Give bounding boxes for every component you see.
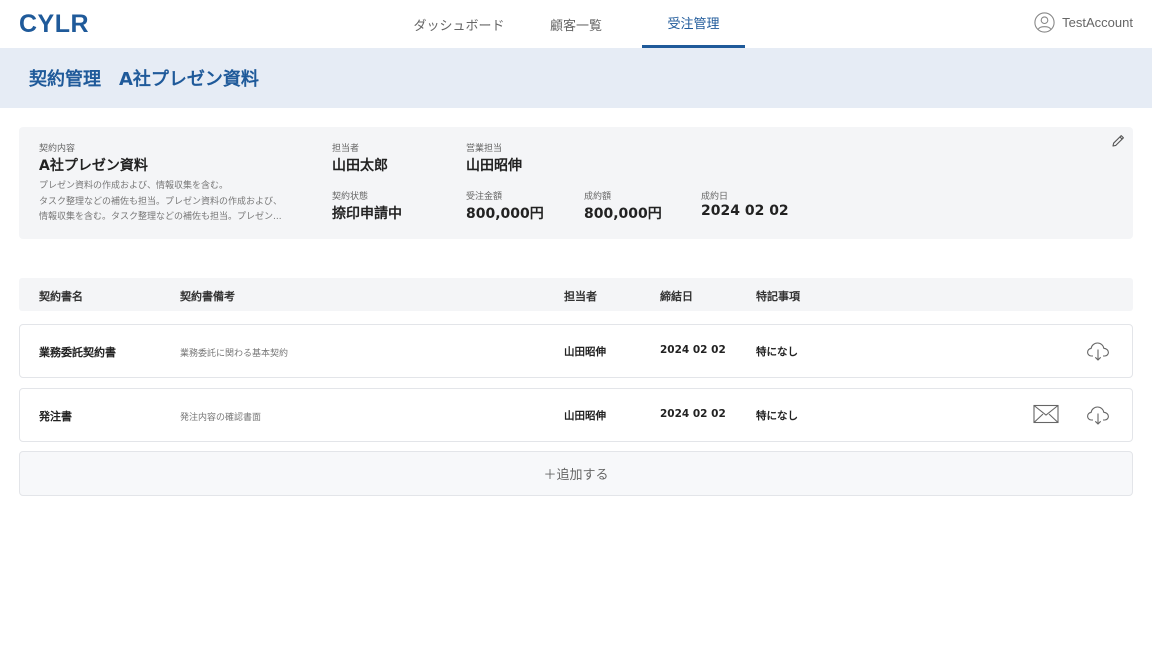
table-row[interactable]: 業務委託契約書 業務委託に関わる基本契約 山田昭伸 2024 02 02 特にな… [19,324,1133,378]
column-header-document-name: 契約書名 [39,290,83,303]
pencil-icon[interactable] [1110,133,1126,149]
order-amount-value: 800,000円 [466,206,544,222]
account-menu[interactable]: TestAccount [1034,12,1133,33]
status-label: 契約状態 [332,192,369,202]
contract-info-card: 契約内容 A社プレゼン資料 プレゼン資料の作成および、情報収集を含む。 タスク整… [19,127,1133,239]
cloud-download-icon[interactable] [1086,339,1110,363]
app-logo[interactable]: CYLR [19,10,89,39]
contract-date-value: 2024 02 02 [701,203,789,219]
row-person: 山田昭伸 [564,410,606,422]
description-line: タスク整理などの補佐も担当。プレゼン資料の作成および、 [39,196,283,207]
column-header-special: 特記事項 [756,290,800,303]
order-amount-label: 受注金額 [466,192,503,202]
tab-order-management[interactable]: 受注管理 [642,0,745,48]
person-label: 担当者 [332,144,360,154]
description-line: プレゼン資料の作成および、情報収集を含む。 [39,181,229,191]
row-date: 2024 02 02 [660,408,726,420]
account-name: TestAccount [1062,15,1133,30]
page-title: 契約管理 A社プレゼン資料 [29,69,259,90]
add-document-button[interactable]: ＋追加する [19,451,1133,496]
sales-value: 山田昭伸 [466,158,522,174]
user-icon [1034,12,1055,33]
row-date: 2024 02 02 [660,344,726,356]
table-header: 契約書名 契約書備考 担当者 締結日 特記事項 [19,278,1133,311]
row-special: 特になし [756,346,798,358]
tab-customer-list[interactable]: 顧客一覧 [525,0,627,48]
top-header: CYLR ダッシュボード 顧客一覧 受注管理 TestAccount [0,0,1152,48]
cloud-download-icon[interactable] [1086,403,1110,427]
page-title-bar: 契約管理 A社プレゼン資料 [0,48,1152,108]
column-header-person: 担当者 [564,290,597,303]
contract-date-label: 成約日 [701,192,729,202]
row-document-note: 業務委託に関わる基本契約 [180,349,289,359]
content-description: プレゼン資料の作成および、情報収集を含む。 タスク整理などの補佐も担当。プレゼン… [39,179,301,226]
row-document-name: 発注書 [39,410,72,423]
row-special: 特になし [756,410,798,422]
mail-icon[interactable] [1033,404,1059,424]
content-value: A社プレゼン資料 [39,158,148,174]
sales-label: 営業担当 [466,144,503,154]
column-header-document-note: 契約書備考 [180,290,235,303]
row-document-note: 発注内容の確認書面 [180,413,262,423]
row-person: 山田昭伸 [564,346,606,358]
description-line: 情報収集を含む。タスク整理などの補佐も担当。プレゼン... [39,212,282,222]
column-header-date: 締結日 [660,290,693,303]
contract-amount-value: 800,000円 [584,206,662,222]
content-label: 契約内容 [39,144,76,154]
contract-amount-label: 成約額 [584,192,612,202]
table-row[interactable]: 発注書 発注内容の確認書面 山田昭伸 2024 02 02 特になし [19,388,1133,442]
tab-dashboard[interactable]: ダッシュボード [408,0,510,48]
person-value: 山田太郎 [332,158,388,174]
row-document-name: 業務委託契約書 [39,346,116,359]
status-value: 捺印申請中 [332,206,402,222]
